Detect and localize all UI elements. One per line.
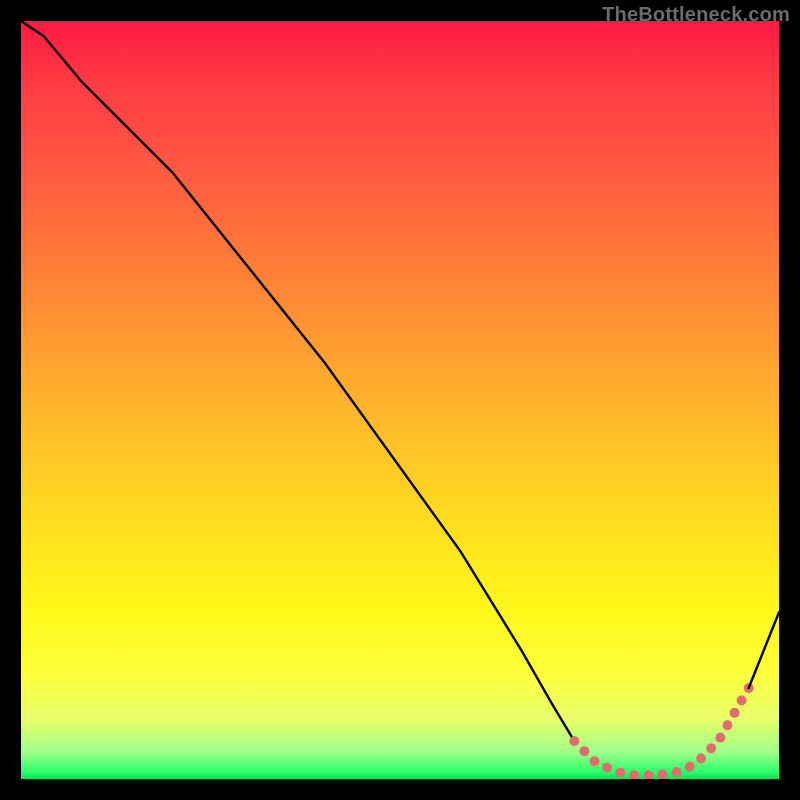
chart-frame: TheBottleneck.com (0, 0, 800, 800)
plot-area (21, 21, 779, 779)
curve-dot (672, 767, 682, 777)
curve-dot (658, 769, 668, 779)
curve-dot (569, 736, 579, 746)
curve-dot (602, 763, 612, 773)
curve-dot (643, 770, 653, 779)
curve-dot (629, 770, 639, 779)
curve-solid-segment (21, 21, 574, 741)
curve-dot (730, 708, 740, 718)
curve-dot (696, 753, 706, 763)
curve-dot (715, 733, 725, 743)
curve-dot (590, 756, 600, 766)
curve-dot (737, 695, 747, 705)
curve-solid-segment (749, 612, 779, 688)
curve-layer (21, 21, 779, 779)
curve-dot (615, 768, 625, 778)
curve-dot (722, 720, 732, 730)
curve-dot (579, 746, 589, 756)
curve-dot (685, 762, 695, 772)
attribution-text: TheBottleneck.com (602, 4, 790, 27)
curve-dot (706, 743, 716, 753)
